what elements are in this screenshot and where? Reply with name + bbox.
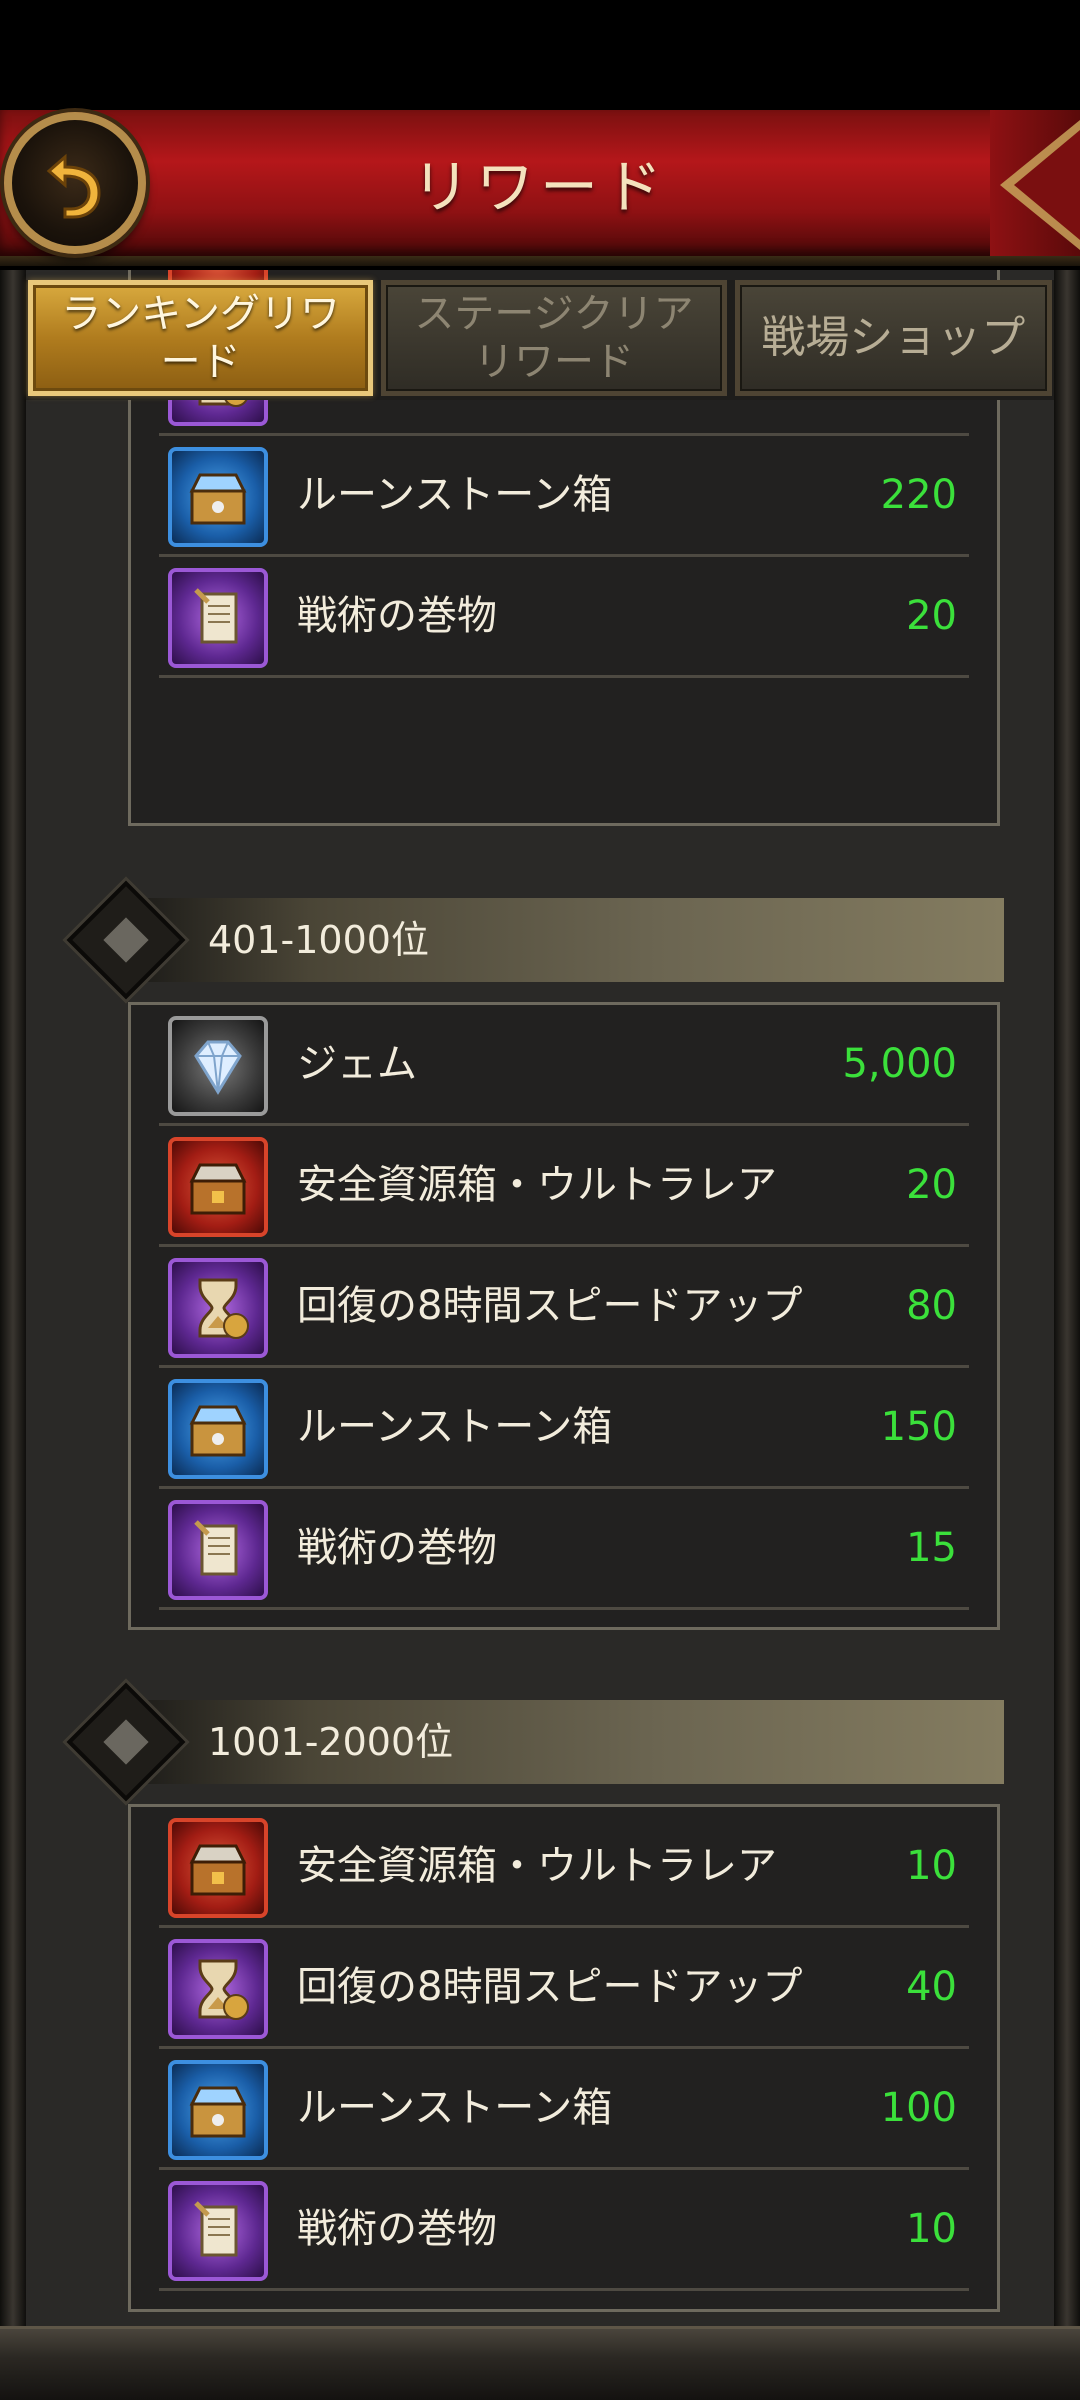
- item-name: 安全資源箱・ウルトラレア: [297, 1843, 777, 1889]
- rank-label: 1001-2000位: [208, 1720, 454, 1764]
- item-name: ルーンストーン箱: [297, 1404, 613, 1450]
- list-item: ジェム 5,000: [159, 1005, 969, 1126]
- reward-list[interactable]: 回復の8時間スピードアップ 120 ルーンストーン箱 220 戦術の巻物 20 …: [26, 270, 1054, 2330]
- list-item: 戦術の巻物 10: [159, 2170, 969, 2291]
- item-quantity: 15: [906, 1525, 957, 1571]
- header-bar: リワード: [0, 110, 1080, 266]
- item-quantity: 10: [906, 1843, 957, 1889]
- item-name: ルーンストーン箱: [297, 472, 613, 518]
- tab-ranking-reward[interactable]: ランキングリワード: [28, 280, 374, 396]
- list-item: 戦術の巻物 15: [159, 1489, 969, 1610]
- reward-panel: 安全資源箱・ウルトラレア 10 回復の8時間スピードアップ 40 ルーンストーン…: [128, 1804, 1000, 2312]
- item-quantity: 80: [906, 1283, 957, 1329]
- frame-left-border: [0, 270, 26, 2330]
- back-arrow-icon: [46, 153, 101, 219]
- rank-label: 401-1000位: [208, 918, 429, 962]
- list-item: 回復の8時間スピードアップ 40: [159, 1928, 969, 2049]
- item-quantity: 100: [880, 2085, 957, 2131]
- list-item: ルーンストーン箱 100: [159, 2049, 969, 2170]
- item-name: 安全資源箱・ウルトラレア: [297, 1162, 777, 1208]
- resource-chest-icon: [168, 1818, 268, 1918]
- rank-header: 1001-2000位: [136, 1700, 1004, 1784]
- list-item: 安全資源箱・ウルトラレア 10: [159, 1807, 969, 1928]
- item-name: 戦術の巻物: [297, 593, 497, 639]
- tab-bar: ランキングリワード ステージクリアリワード 戦場ショップ: [26, 280, 1054, 400]
- back-button[interactable]: [4, 112, 146, 254]
- status-bar: [0, 0, 1080, 110]
- item-name: 回復の8時間スピードアップ: [297, 1283, 803, 1329]
- tab-battlefield-shop[interactable]: 戦場ショップ: [734, 280, 1052, 396]
- item-name: 戦術の巻物: [297, 1525, 497, 1571]
- gem-icon: [168, 1016, 268, 1116]
- list-item: 戦術の巻物 20: [159, 557, 969, 678]
- item-quantity: 20: [906, 1162, 957, 1208]
- tab-stage-clear-reward[interactable]: ステージクリアリワード: [381, 280, 727, 396]
- hourglass-speedup-icon: [168, 1258, 268, 1358]
- rank-header: 401-1000位: [136, 898, 1004, 982]
- item-name: ルーンストーン箱: [297, 2085, 613, 2131]
- item-quantity: 150: [880, 1404, 957, 1450]
- item-quantity: 20: [906, 593, 957, 639]
- item-quantity: 220: [880, 472, 957, 518]
- item-name: 戦術の巻物: [297, 2206, 497, 2252]
- frame-right-border: [1054, 270, 1080, 2330]
- runestone-chest-icon: [168, 1379, 268, 1479]
- list-item: ルーンストーン箱 150: [159, 1368, 969, 1489]
- page-title: リワード: [411, 153, 668, 221]
- hourglass-speedup-icon: [168, 1939, 268, 2039]
- bottom-frame: [0, 2326, 1080, 2400]
- item-quantity: 5,000: [842, 1041, 957, 1087]
- tactics-scroll-icon: [168, 1500, 268, 1600]
- reward-panel: ジェム 5,000 安全資源箱・ウルトラレア 20 回復の8時間スピードアップ …: [128, 1002, 1000, 1630]
- runestone-chest-icon: [168, 2060, 268, 2160]
- list-item: 安全資源箱・ウルトラレア 20: [159, 1126, 969, 1247]
- tactics-scroll-icon: [168, 2181, 268, 2281]
- item-quantity: 40: [906, 1964, 957, 2010]
- tactics-scroll-icon: [168, 568, 268, 668]
- list-item: 回復の8時間スピードアップ 80: [159, 1247, 969, 1368]
- item-quantity: 10: [906, 2206, 957, 2252]
- resource-chest-icon: [168, 1137, 268, 1237]
- runestone-chest-icon: [168, 447, 268, 547]
- item-name: 回復の8時間スピードアップ: [297, 1964, 803, 2010]
- list-item: ルーンストーン箱 220: [159, 436, 969, 557]
- item-name: ジェム: [297, 1041, 417, 1087]
